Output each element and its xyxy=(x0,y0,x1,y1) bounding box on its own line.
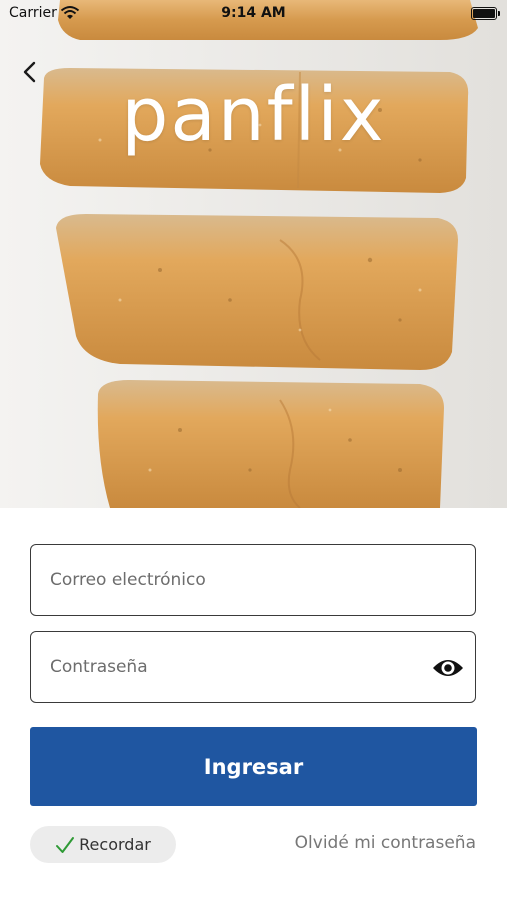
remember-toggle[interactable]: Recordar xyxy=(30,826,176,863)
password-input[interactable] xyxy=(31,632,475,702)
app-logo: panflix xyxy=(121,72,386,158)
password-field[interactable] xyxy=(30,631,476,703)
email-input[interactable] xyxy=(31,545,475,615)
show-password-button[interactable] xyxy=(431,654,465,682)
checkmark-icon xyxy=(56,836,75,853)
status-bar: Carrier 9:14 AM xyxy=(0,0,507,28)
login-button[interactable]: Ingresar xyxy=(30,727,477,806)
forgot-password-link[interactable]: Olvidé mi contraseña xyxy=(295,833,476,853)
eye-icon xyxy=(433,660,463,676)
email-field[interactable] xyxy=(30,544,476,616)
status-time: 9:14 AM xyxy=(221,5,286,21)
battery-icon xyxy=(471,7,500,20)
remember-label: Recordar xyxy=(79,835,151,854)
